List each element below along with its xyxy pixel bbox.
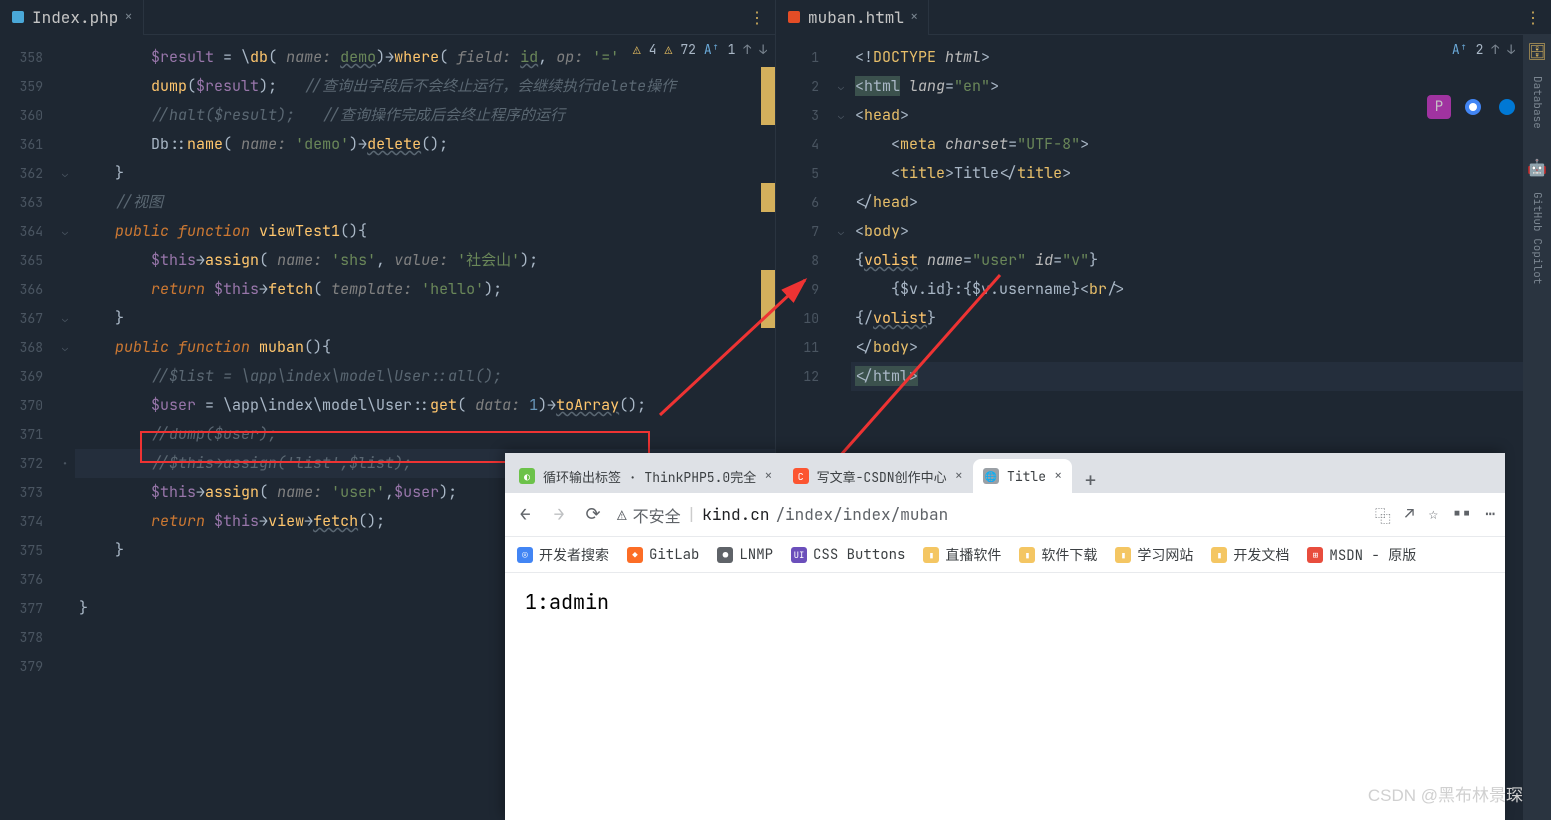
database-tool[interactable]: Database — [1530, 76, 1544, 129]
bookmark-icon: UI — [791, 547, 807, 563]
typo-icon: Aꜛ — [704, 41, 720, 58]
bookmark-item[interactable]: ▮软件下载 — [1019, 545, 1097, 565]
bookmark-item[interactable]: ◆GitLab — [627, 546, 699, 564]
next-highlight-icon[interactable]: ↓ — [759, 41, 767, 58]
browser-tab[interactable]: ◐循环输出标签 · ThinkPHP5.0完全× — [509, 459, 783, 493]
bookmark-icon: ⊞ — [1307, 547, 1323, 563]
prev-highlight-icon[interactable]: ↑ — [743, 41, 751, 58]
bookmark-item[interactable]: ●LNMP — [717, 546, 773, 564]
favicon-icon: C — [793, 468, 809, 484]
pane-menu-icon[interactable]: ⋮ — [1515, 7, 1551, 28]
bookmark-item[interactable]: ◎开发者搜索 — [517, 545, 609, 565]
bookmark-icon[interactable]: ☆ — [1429, 503, 1439, 527]
bookmark-icon: ▮ — [1019, 547, 1035, 563]
bookmark-icon: ◆ — [627, 547, 643, 563]
bookmark-item[interactable]: ▮开发文档 — [1211, 545, 1289, 565]
browser-tab[interactable]: C写文章-CSDN创作中心× — [783, 459, 973, 493]
close-icon[interactable]: × — [910, 8, 918, 26]
browser-window: ◐循环输出标签 · ThinkPHP5.0完全×C写文章-CSDN创作中心×🌐T… — [505, 453, 1505, 820]
page-content: 1:admin — [505, 573, 1505, 820]
tab-label: muban.html — [808, 7, 904, 28]
typo-icon: Aꜛ — [1452, 41, 1468, 58]
bookmark-item[interactable]: ▮直播软件 — [923, 545, 1001, 565]
right-sidebar: 🗄 Database 🤖 GitHub Copilot — [1523, 35, 1551, 820]
bookmark-item[interactable]: UICSS Buttons — [791, 546, 905, 564]
bookmark-item[interactable]: ▮学习网站 — [1115, 545, 1193, 565]
fold-column[interactable]: ⌄⌄⌄⌄• — [55, 35, 75, 820]
chrome-icon[interactable] — [1461, 95, 1485, 119]
close-icon[interactable]: × — [124, 8, 132, 26]
bookmark-icon: ● — [717, 547, 733, 563]
not-secure-icon: ⚠ — [617, 504, 627, 525]
copilot-tool[interactable]: GitHub Copilot — [1530, 192, 1544, 284]
copilot-icon[interactable]: 🤖 — [1527, 157, 1547, 178]
bookmark-bar: ◎开发者搜索 ◆GitLab ●LNMP UICSS Buttons ▮直播软件 ▮软件下… — [505, 537, 1505, 573]
close-tab-icon[interactable]: × — [955, 467, 963, 485]
favicon-icon: 🌐 — [983, 468, 999, 484]
address-bar[interactable]: ⚠ 不安全 | kind.cn/index/index/muban — [617, 503, 1361, 527]
tab-muban-html[interactable]: muban.html × — [776, 0, 929, 35]
inspection-status: Aꜛ2 ↑ ↓ — [1452, 41, 1515, 58]
close-tab-icon[interactable]: × — [1054, 467, 1062, 485]
pane-menu-icon[interactable]: ⋮ — [739, 7, 775, 28]
next-highlight-icon[interactable]: ↓ — [1507, 41, 1515, 58]
tab-label: Index.php — [32, 7, 118, 28]
more-icon[interactable]: ⋯ — [1485, 503, 1495, 527]
bookmark-icon: ◎ — [517, 547, 533, 563]
favicon-icon: ◐ — [519, 468, 535, 484]
reload-button[interactable]: ⟳ — [583, 503, 603, 526]
tab-index-php[interactable]: Index.php × — [0, 0, 144, 35]
browser-tabs: ◐循环输出标签 · ThinkPHP5.0完全×C写文章-CSDN创作中心×🌐T… — [505, 453, 1505, 493]
database-icon[interactable]: 🗄 — [1527, 41, 1547, 62]
line-gutter: 3583593603613623633643653663673683693703… — [0, 35, 55, 820]
extension-icon[interactable]: ▪▪ — [1452, 503, 1471, 527]
phpstorm-icon[interactable]: P — [1427, 95, 1451, 119]
back-button[interactable]: ← — [515, 503, 535, 526]
close-tab-icon[interactable]: × — [764, 467, 772, 485]
browser-tab[interactable]: 🌐Title× — [973, 459, 1072, 493]
bookmark-item[interactable]: ⊞MSDN - 原版 — [1307, 545, 1416, 565]
php-file-icon — [10, 9, 26, 25]
translate-icon[interactable]: ⿻ — [1375, 503, 1391, 527]
share-icon[interactable]: ↗ — [1405, 503, 1415, 527]
bookmark-icon: ▮ — [1115, 547, 1131, 563]
bookmark-icon: ▮ — [923, 547, 939, 563]
inspection-status: ⚠4 ⚠72 Aꜛ1 ↑ ↓ — [633, 41, 767, 58]
warning-icon: ⚠ — [633, 41, 641, 58]
watermark: CSDN @黑布林景琛 — [1368, 781, 1523, 806]
prev-highlight-icon[interactable]: ↑ — [1491, 41, 1499, 58]
new-tab-button[interactable]: + — [1072, 467, 1108, 493]
warning-icon: ⚠ — [665, 41, 673, 58]
edge-icon[interactable] — [1495, 95, 1519, 119]
bookmark-icon: ▮ — [1211, 547, 1227, 563]
forward-button[interactable]: → — [549, 503, 569, 526]
html-file-icon — [786, 9, 802, 25]
